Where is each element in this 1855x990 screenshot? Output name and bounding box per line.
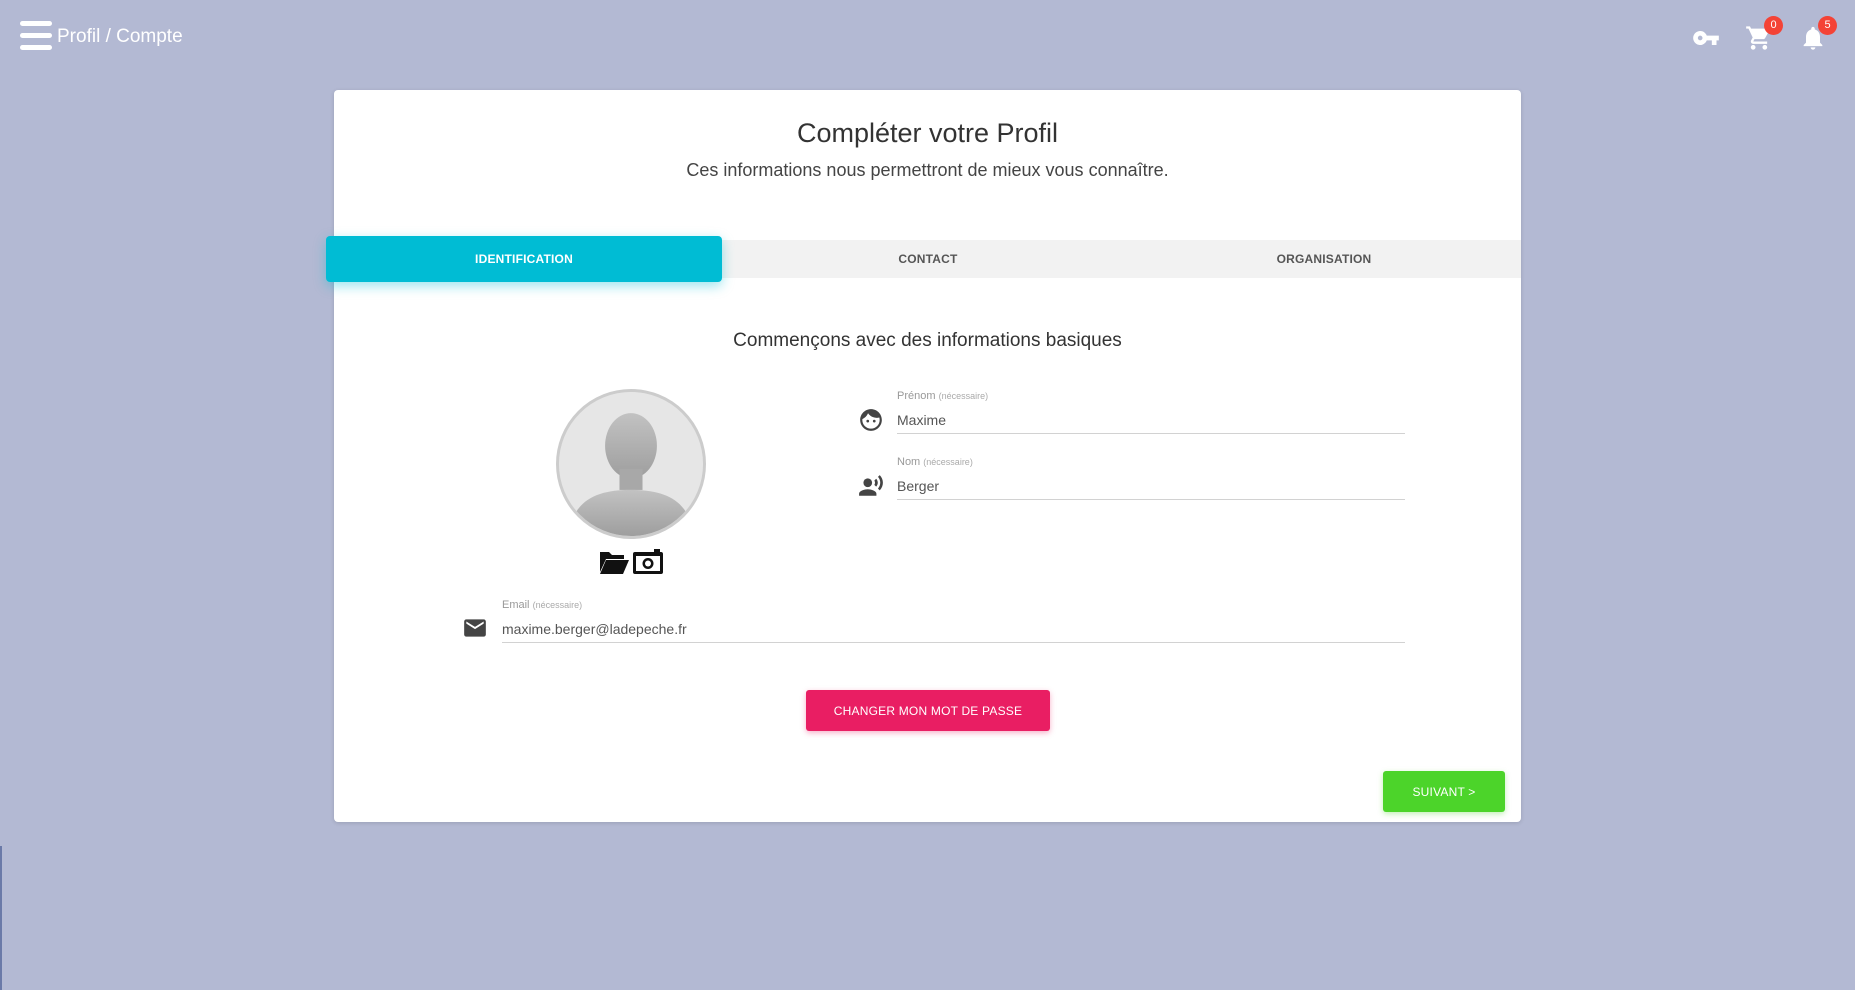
email-hint: (nécessaire) xyxy=(532,600,583,610)
prenom-hint: (nécessaire) xyxy=(938,391,989,401)
wizard-tabs: CONTACT ORGANISATION IDENTIFICATION xyxy=(326,236,1522,282)
profile-wizard-card: Compléter votre Profil Ces informations … xyxy=(326,90,1522,822)
key-icon[interactable] xyxy=(1692,24,1720,52)
tab-identification[interactable]: IDENTIFICATION xyxy=(326,236,722,282)
email-field: Email (nécessaire) xyxy=(502,599,1405,649)
prenom-label: Prénom (nécessaire) xyxy=(897,390,988,402)
nom-hint: (nécessaire) xyxy=(923,457,973,467)
hamburger-icon[interactable] xyxy=(20,21,52,51)
window-edge xyxy=(0,846,2,990)
prenom-input[interactable] xyxy=(897,406,1405,434)
record-voice-icon xyxy=(858,473,884,499)
change-password-button[interactable]: CHANGER MON MOT DE PASSE xyxy=(806,690,1050,731)
nom-label-text: Nom xyxy=(897,456,921,468)
prenom-label-text: Prénom xyxy=(897,390,936,402)
camera-icon[interactable] xyxy=(632,548,664,576)
email-label-text: Email xyxy=(502,599,530,611)
avatar[interactable] xyxy=(556,389,706,539)
cart-icon[interactable]: 0 xyxy=(1745,16,1783,52)
next-button[interactable]: SUIVANT > xyxy=(1383,771,1505,812)
nom-input[interactable] xyxy=(897,472,1405,500)
email-label: Email (nécessaire) xyxy=(502,599,582,611)
card-title: Compléter votre Profil xyxy=(796,118,1059,148)
tab-contact[interactable]: CONTACT xyxy=(730,240,1126,278)
tab-organisation[interactable]: ORGANISATION xyxy=(1126,240,1522,278)
email-input[interactable] xyxy=(502,615,1405,643)
top-bar: Profil / Compte 0 5 xyxy=(0,0,1855,76)
breadcrumb: Profil / Compte xyxy=(57,26,183,47)
cart-count-badge: 0 xyxy=(1764,16,1783,35)
mail-icon xyxy=(462,615,488,641)
prenom-field: Prénom (nécessaire) xyxy=(897,390,1405,440)
card-subtitle: Ces informations nous permettront de mie… xyxy=(686,160,1169,180)
section-title: Commençons avec des informations basique… xyxy=(733,330,1122,351)
nom-field: Nom (nécessaire) xyxy=(897,456,1405,506)
notifications-count-badge: 5 xyxy=(1818,16,1837,35)
bell-icon[interactable]: 5 xyxy=(1799,16,1837,52)
folder-open-icon[interactable] xyxy=(598,548,630,576)
nom-label: Nom (nécessaire) xyxy=(897,456,973,468)
face-icon xyxy=(858,407,884,433)
avatar-actions xyxy=(598,548,678,578)
